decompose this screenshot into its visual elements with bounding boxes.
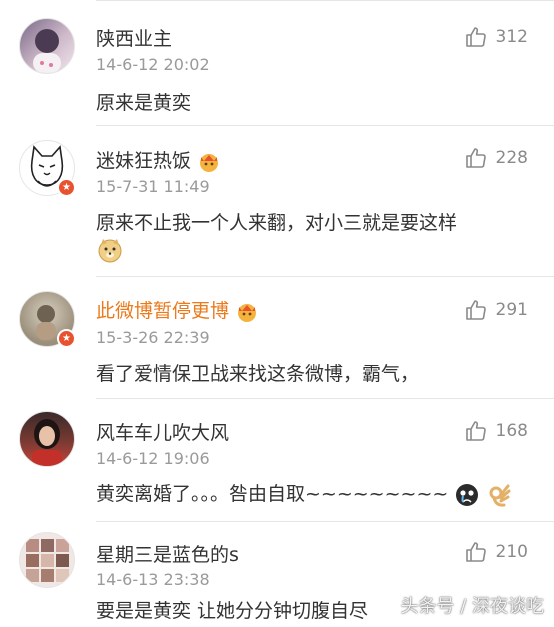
comment-text: 看了爱情保卫战来找这条微博，霸气， (96, 363, 420, 385)
username[interactable]: 星期三是蓝色的s (96, 540, 239, 567)
ok-hand-icon (489, 484, 511, 507)
doge-emoji-icon (96, 236, 124, 268)
comment-list: 陕西业主 14-6-12 20:02 312 原来是黄奕 ★ 迷妹狂热饭 15-… (0, 0, 554, 627)
username[interactable]: 迷妹狂热饭 (96, 146, 221, 173)
user-avatar[interactable] (19, 18, 75, 74)
username[interactable]: 陕西业主 (96, 24, 172, 51)
user-avatar[interactable] (19, 532, 75, 588)
thumbs-up-icon (465, 27, 486, 47)
thumbs-up-icon (465, 300, 486, 320)
watermark: 头条号 / 深夜谈吃 (400, 596, 544, 617)
timestamp: 15-3-26 22:39 (96, 328, 210, 347)
timestamp: 14-6-12 19:06 (96, 449, 210, 468)
comment-text: 原来不止我一个人来翻，对小三就是要这样 (96, 212, 458, 234)
user-avatar[interactable] (19, 411, 75, 467)
crying-face-icon (456, 483, 479, 506)
avatar-woman-icon (32, 419, 62, 466)
member-crown-icon (200, 153, 219, 172)
like-count: 228 (495, 148, 528, 168)
username[interactable]: 风车车儿吹大风 (96, 418, 229, 445)
comment-text: 要是是黄奕 让她分分钟切腹自尽 (96, 600, 369, 622)
like-button[interactable]: 210 (464, 539, 528, 565)
comment-item: ★ 迷妹狂热饭 15-7-31 11:49 228 原来不止我一个人来翻，对小三… (0, 126, 554, 277)
thumbs-up-icon (465, 421, 486, 441)
avatar-collage-icon (26, 539, 69, 582)
timestamp: 14-6-13 23:38 (96, 570, 210, 589)
like-count: 291 (495, 300, 528, 320)
like-count: 210 (495, 542, 528, 562)
like-count: 168 (495, 421, 528, 441)
like-button[interactable]: 312 (464, 24, 528, 50)
like-button[interactable]: 168 (464, 418, 528, 444)
comment-text: 原来是黄奕 (96, 92, 192, 114)
avatar-girl-icon (33, 29, 61, 73)
comment-item: 陕西业主 14-6-12 20:02 312 原来是黄奕 (0, 0, 554, 126)
member-crown-icon (238, 303, 257, 322)
comment-item: ★ 此微博暂停更博 15-3-26 22:39 291 看了爱情保卫战来找这条微… (0, 277, 554, 399)
username[interactable]: 此微博暂停更博 (96, 296, 259, 323)
username-text: 迷妹狂热饭 (96, 150, 192, 172)
timestamp: 15-7-31 11:49 (96, 177, 210, 196)
thumbs-up-icon (465, 542, 486, 562)
verified-badge-icon: ★ (57, 178, 76, 197)
like-button[interactable]: 228 (464, 145, 528, 171)
comment-item: 风车车儿吹大风 14-6-12 19:06 168 黄奕离婚了。。。咎由自取~~… (0, 399, 554, 523)
comment-text-body: 黄奕离婚了。。。咎由自取~~~~~~~~~ (96, 483, 449, 505)
comment-text: 黄奕离婚了。。。咎由自取~~~~~~~~~ (96, 479, 512, 508)
timestamp: 14-6-12 20:02 (96, 55, 210, 74)
verified-badge-icon: ★ (57, 329, 76, 348)
username-text: 此微博暂停更博 (96, 300, 230, 322)
like-button[interactable]: 291 (464, 297, 528, 323)
thumbs-up-icon (465, 148, 486, 168)
like-count: 312 (495, 27, 528, 47)
